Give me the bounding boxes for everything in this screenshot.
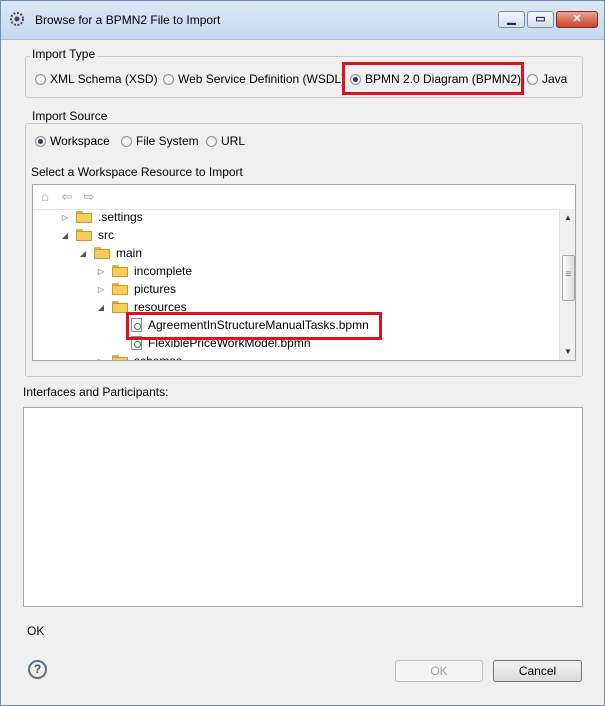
tree-item-label: schemas: [134, 354, 183, 361]
tree-item-label: main: [116, 246, 143, 260]
dialog-window: Browse for a BPMN2 File to Import ▁ ▭ ✕ …: [0, 0, 605, 706]
scroll-down-arrow-icon[interactable]: ▼: [560, 345, 575, 359]
minimize-icon: ▁: [507, 13, 516, 25]
radio-button[interactable]: [35, 135, 46, 147]
home-icon[interactable]: ⌂: [38, 190, 52, 204]
folder-icon: [94, 247, 110, 259]
close-button[interactable]: ✕: [556, 11, 598, 28]
tree-item[interactable]: ▷ incomplete: [96, 262, 192, 280]
radio-workspace[interactable]: Workspace: [35, 134, 110, 148]
status-message: OK: [27, 624, 45, 638]
resource-label: Select a Workspace Resource to Import: [31, 165, 243, 179]
radio-java-label: Java: [542, 72, 568, 86]
tree-item-label: incomplete: [134, 264, 193, 278]
title-bar[interactable]: Browse for a BPMN2 File to Import ▁ ▭ ✕: [1, 1, 604, 40]
radio-button[interactable]: [527, 73, 538, 85]
radio-file-system-label: File System: [136, 134, 199, 148]
help-icon[interactable]: ?: [28, 660, 47, 679]
tree-item-label: pictures: [134, 282, 177, 296]
tree-item-label: src: [98, 228, 114, 242]
folder-icon: [76, 229, 92, 241]
radio-wsdl-label: Web Service Definition (WSDL): [178, 72, 346, 86]
collapse-icon[interactable]: ◢: [78, 249, 88, 258]
tree-item[interactable]: ◢ src: [60, 226, 114, 244]
radio-button[interactable]: [163, 73, 174, 85]
radio-file-system[interactable]: File System: [121, 134, 199, 148]
folder-icon: [112, 265, 128, 277]
scrollbar-thumb[interactable]: [562, 255, 575, 301]
file-highlight-box: [126, 312, 382, 340]
import-type-label: Import Type: [30, 47, 98, 61]
bpmn2-highlight-box: [342, 62, 524, 95]
tree-item[interactable]: ◢ main: [78, 244, 142, 262]
radio-button[interactable]: [121, 135, 132, 147]
folder-icon: [112, 283, 128, 295]
maximize-icon: ▭: [535, 13, 546, 25]
cancel-button[interactable]: Cancel: [493, 660, 582, 682]
folder-icon: [76, 211, 92, 223]
radio-url-label: URL: [221, 134, 246, 148]
interfaces-participants-area[interactable]: [23, 407, 583, 607]
window-title: Browse for a BPMN2 File to Import: [35, 13, 221, 27]
collapse-icon[interactable]: ◢: [96, 303, 106, 312]
interfaces-label: Interfaces and Participants:: [23, 385, 169, 399]
collapse-icon[interactable]: ◢: [60, 231, 70, 240]
eclipse-gear-icon: [10, 12, 24, 26]
expand-icon[interactable]: ▷: [96, 285, 106, 294]
tree-item[interactable]: ▷ pictures: [96, 280, 176, 298]
radio-url[interactable]: URL: [206, 134, 245, 148]
tree-item[interactable]: ▷ schemas: [96, 352, 183, 361]
expand-icon[interactable]: ▷: [96, 267, 106, 276]
radio-button[interactable]: [35, 73, 46, 85]
ok-button[interactable]: OK: [395, 660, 483, 682]
forward-arrow-icon[interactable]: ⇨: [82, 190, 96, 204]
minimize-button[interactable]: ▁: [498, 11, 525, 28]
radio-java[interactable]: Java: [527, 72, 567, 86]
tree-toolbar: ⌂ ⇦ ⇨: [33, 185, 575, 210]
radio-wsdl[interactable]: Web Service Definition (WSDL): [163, 72, 345, 86]
import-source-label: Import Source: [30, 109, 110, 123]
radio-xsd[interactable]: XML Schema (XSD): [35, 72, 158, 86]
radio-workspace-label: Workspace: [50, 134, 110, 148]
tree-item[interactable]: ▷ .settings: [60, 208, 143, 226]
scroll-up-arrow-icon[interactable]: ▲: [560, 211, 575, 225]
folder-icon: [112, 355, 128, 360]
close-icon: ✕: [572, 13, 582, 25]
back-arrow-icon[interactable]: ⇦: [60, 190, 74, 204]
expand-icon[interactable]: ▷: [96, 357, 106, 361]
maximize-button[interactable]: ▭: [527, 11, 554, 28]
radio-button[interactable]: [206, 135, 217, 147]
expand-icon[interactable]: ▷: [60, 213, 70, 222]
tree-vertical-scrollbar[interactable]: ▲ ▼: [559, 209, 575, 360]
tree-item-label: .settings: [98, 210, 143, 224]
radio-xsd-label: XML Schema (XSD): [50, 72, 158, 86]
